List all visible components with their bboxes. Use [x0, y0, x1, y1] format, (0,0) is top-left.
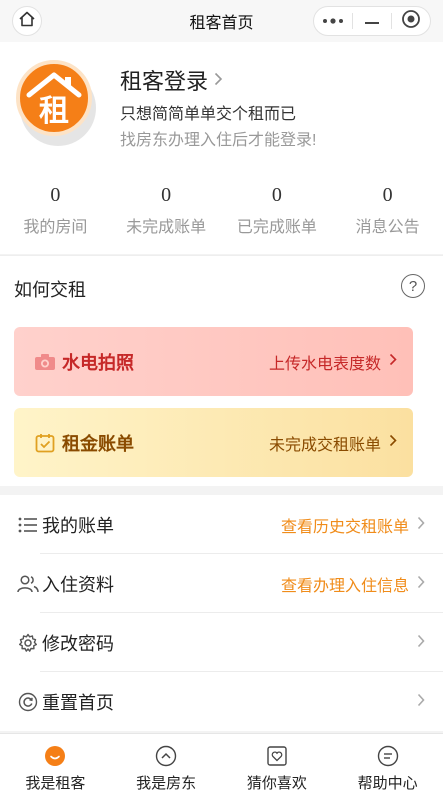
menu-label: 重置首页	[42, 692, 114, 713]
target-circle-icon	[401, 9, 421, 34]
top-nav-bar: 租客首页	[0, 0, 443, 42]
menu-item-checkin-info[interactable]: 入住资料 查看办理入住信息	[0, 554, 443, 613]
bottom-tab-bar: 我是租客 我是房东 猜你喜欢 帮助中心	[0, 733, 443, 793]
menu-label: 我的账单	[42, 515, 114, 536]
menu-item-my-bills[interactable]: 我的账单 查看历史交租账单	[0, 495, 443, 554]
mini-program-capsule	[313, 6, 431, 36]
tab-label: 我是房东	[136, 775, 197, 792]
menu-right-text: 查看办理入住信息	[280, 577, 409, 595]
more-button[interactable]	[314, 7, 352, 35]
chevron-right-icon	[417, 573, 425, 594]
page-title: 租客首页	[189, 15, 254, 32]
tab-label: 帮助中心	[357, 775, 418, 792]
utility-photo-card[interactable]: 水电拍照 上传水电表度数	[14, 327, 413, 396]
close-button[interactable]	[392, 7, 430, 35]
more-dots-icon	[322, 12, 344, 30]
stat-value: 0	[50, 184, 61, 206]
card-action: 上传水电表度数	[269, 350, 397, 374]
house-logo-icon: 租	[26, 72, 82, 129]
chevron-right-icon	[214, 70, 223, 91]
stat-notices[interactable]: 0 消息公告	[332, 184, 443, 237]
home-icon	[18, 10, 36, 33]
tenant-icon	[43, 744, 67, 767]
tab-label: 猜你喜欢	[246, 775, 307, 792]
section-title: 如何交租	[14, 280, 86, 300]
minus-icon	[364, 12, 380, 30]
card-label: 租金账单	[62, 433, 134, 454]
stat-finished-bills[interactable]: 0 已完成账单	[222, 184, 333, 237]
menu-item-change-password[interactable]: 修改密码	[0, 613, 443, 672]
menu-right: 查看办理入住信息	[281, 572, 425, 596]
stat-label: 未完成账单	[126, 219, 207, 236]
card-action-text: 上传水电表度数	[268, 355, 381, 373]
stat-value: 0	[271, 184, 282, 206]
tab-help-center[interactable]: 帮助中心	[332, 734, 443, 793]
card-label: 水电拍照	[62, 352, 134, 373]
tab-guess-like[interactable]: 猜你喜欢	[222, 734, 333, 793]
tab-landlord[interactable]: 我是房东	[111, 734, 222, 793]
stat-value: 0	[161, 184, 172, 206]
tab-label: 我是租客	[25, 775, 86, 792]
menu-right	[409, 632, 425, 653]
stat-label: 已完成账单	[236, 219, 317, 236]
menu-label: 修改密码	[42, 633, 114, 654]
stat-label: 消息公告	[355, 219, 420, 236]
menu-right	[409, 691, 425, 712]
chat-icon	[376, 744, 400, 767]
landlord-icon	[154, 744, 178, 767]
chevron-right-icon	[417, 632, 425, 653]
minimize-button[interactable]	[353, 7, 391, 35]
tab-tenant[interactable]: 我是租客	[0, 734, 111, 793]
chevron-right-icon	[389, 434, 397, 452]
card-action: 未完成交租账单	[269, 431, 397, 455]
rent-bill-card[interactable]: 租金账单 未完成交租账单	[14, 408, 413, 477]
avatar-char: 租	[39, 94, 69, 129]
avatar[interactable]: 租	[16, 60, 92, 136]
home-button[interactable]	[12, 6, 42, 36]
profile-card: 租 租客登录 只想简简单单交个租而已 找房东办理入住后才能登录! 0 我的房间 …	[0, 42, 443, 254]
camera-icon	[34, 351, 56, 373]
stat-my-rooms[interactable]: 0 我的房间	[0, 184, 111, 237]
menu-list: 我的账单 查看历史交租账单 入住资料 查看办理入住信息 修改密码 重置首页	[0, 495, 443, 731]
calendar-check-icon	[34, 432, 56, 454]
stat-value: 0	[382, 184, 393, 206]
login-link[interactable]: 租客登录	[120, 64, 223, 96]
stat-label: 我的房间	[23, 219, 88, 236]
menu-item-reset-home[interactable]: 重置首页	[0, 672, 443, 731]
how-to-pay-section: 如何交租 ? 水电拍照 上传水电表度数 租金账单 未完成交租账单	[0, 255, 443, 486]
login-title: 租客登录	[120, 69, 209, 94]
menu-right-text: 查看历史交租账单	[280, 518, 409, 536]
stats-row: 0 我的房间 0 未完成账单 0 已完成账单 0 消息公告	[0, 184, 443, 237]
chevron-right-icon	[417, 691, 425, 712]
refresh-icon	[16, 690, 40, 714]
profile-subtitle: 只想简简单单交个租而已	[120, 106, 297, 123]
menu-right: 查看历史交租账单	[281, 513, 425, 537]
heart-icon	[265, 744, 289, 767]
card-action-text: 未完成交租账单	[268, 436, 381, 454]
chevron-right-icon	[417, 514, 425, 535]
list-icon	[16, 513, 40, 537]
profile-hint: 找房东办理入住后才能登录!	[120, 132, 317, 149]
users-icon	[16, 572, 40, 596]
gear-icon	[16, 631, 40, 655]
menu-label: 入住资料	[42, 574, 114, 595]
chevron-right-icon	[389, 353, 397, 371]
stat-unfinished-bills[interactable]: 0 未完成账单	[111, 184, 222, 237]
question-icon[interactable]: ?	[401, 274, 425, 298]
